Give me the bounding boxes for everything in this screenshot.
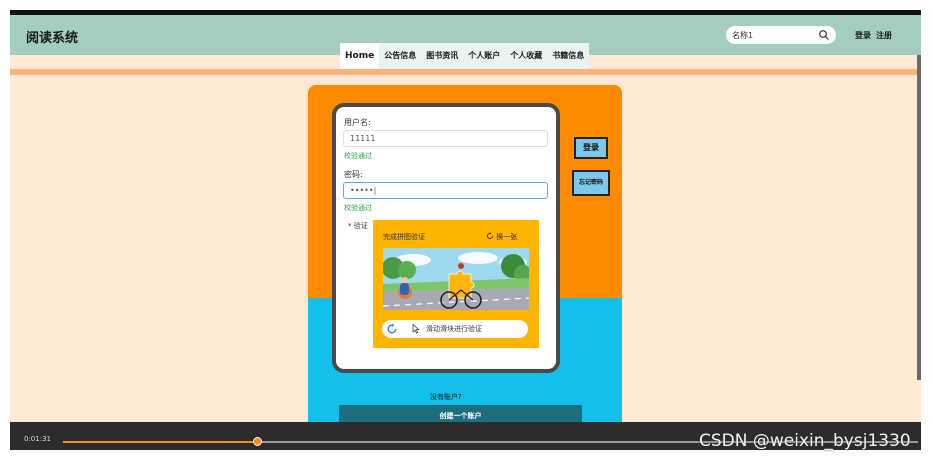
- login-link[interactable]: 登录: [855, 30, 871, 41]
- captcha-refresh-link[interactable]: 换一张: [486, 232, 517, 242]
- password-status: 校验通过: [344, 204, 372, 212]
- captcha-title: 完成拼图验证: [383, 233, 425, 241]
- password-field[interactable]: •••••|: [343, 182, 548, 199]
- slider-refresh-icon[interactable]: [384, 321, 400, 337]
- search-input[interactable]: [732, 28, 818, 42]
- register-question: 没有账户?: [430, 393, 462, 401]
- username-status: 校验通过: [344, 152, 372, 160]
- nav-item-favorites[interactable]: 个人收藏: [505, 43, 547, 69]
- forgot-password-button[interactable]: 忘记密码: [572, 170, 610, 196]
- playback-time: 0:01:31: [24, 435, 51, 443]
- username-field[interactable]: 11111: [343, 130, 548, 147]
- nav-item-books[interactable]: 书籍信息: [547, 43, 589, 69]
- nav-item-book-news[interactable]: 图书资讯: [421, 43, 463, 69]
- nav-item-announcements[interactable]: 公告信息: [379, 43, 421, 69]
- progress-knob[interactable]: [253, 437, 263, 446]
- password-label: 密码:: [344, 170, 363, 179]
- nav-item-account[interactable]: 个人账户: [463, 43, 505, 69]
- app-title: 阅读系统: [26, 31, 79, 46]
- app-window: 阅读系统 登录 注册 Home 公告信息 图书资讯 个人账户 个人收藏 书籍信息…: [10, 10, 921, 434]
- username-label: 用户名:: [344, 118, 371, 127]
- captcha-slider-track[interactable]: 滑动滑块进行验证: [382, 320, 528, 338]
- accent-strip: [10, 69, 921, 75]
- puzzle-image: [383, 248, 529, 310]
- puzzle-captcha: 完成拼图验证 换一张 滑动滑块进行验证: [373, 220, 539, 348]
- search-icon[interactable]: [818, 29, 830, 41]
- refresh-icon[interactable]: [486, 232, 494, 240]
- captcha-refresh-label: 换一张: [496, 233, 518, 241]
- register-link[interactable]: 注册: [876, 30, 892, 41]
- verify-label: * 验证: [348, 222, 368, 230]
- cursor-icon: [412, 324, 420, 334]
- slider-hint: 滑动滑块进行验证: [426, 325, 482, 333]
- login-button[interactable]: 登录: [574, 137, 608, 159]
- search-box[interactable]: [726, 26, 836, 44]
- main-nav: Home 公告信息 图书资讯 个人账户 个人收藏 书籍信息: [340, 43, 590, 69]
- nav-item-home[interactable]: Home: [340, 43, 380, 69]
- page-scrollbar[interactable]: [917, 55, 921, 380]
- progress-fill: [63, 441, 258, 443]
- watermark: CSDN @weixin_bysj1330: [699, 431, 911, 451]
